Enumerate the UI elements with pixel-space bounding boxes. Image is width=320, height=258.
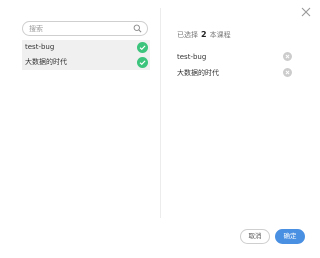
selected-list: test-bug 大数据的时代 (177, 50, 297, 82)
course-list-item[interactable]: 大数据的时代 (22, 55, 150, 70)
search-icon[interactable] (133, 24, 142, 33)
summary-prefix: 已选择 (177, 31, 198, 39)
check-circle-icon (137, 42, 148, 53)
close-icon[interactable] (299, 5, 313, 19)
cancel-button[interactable]: 取消 (240, 229, 270, 244)
course-list: test-bug 大数据的时代 (22, 40, 150, 70)
course-select-dialog: test-bug 大数据的时代 已选择2本课程 test-bug (0, 0, 320, 258)
search-input[interactable] (29, 22, 129, 35)
course-list-item[interactable]: test-bug (22, 40, 150, 55)
selected-count: 2 (201, 30, 207, 39)
course-name: test-bug (25, 43, 55, 51)
selected-item: test-bug (177, 50, 297, 66)
check-circle-icon (137, 57, 148, 68)
selected-courses-panel: 已选择 2 本课程 test-bug 大数据的时代 (177, 30, 297, 82)
course-name: 大数据的时代 (25, 58, 67, 66)
selected-item: 大数据的时代 (177, 66, 297, 82)
selected-course-name: 大数据的时代 (177, 69, 219, 77)
remove-circle-icon[interactable] (283, 68, 292, 77)
search-box (22, 21, 148, 36)
summary-suffix: 本课程 (209, 31, 231, 39)
panel-divider (160, 8, 161, 218)
confirm-button[interactable]: 确定 (275, 229, 305, 244)
selected-summary: 已选择 2 本课程 (177, 30, 297, 40)
selected-course-name: test-bug (177, 53, 207, 61)
remove-circle-icon[interactable] (283, 52, 292, 61)
